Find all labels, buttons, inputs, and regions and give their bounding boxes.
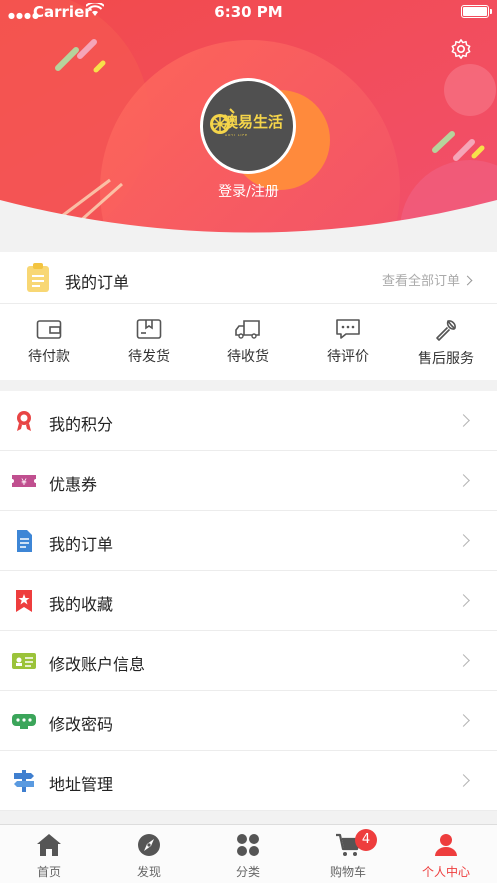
- discover-icon: [138, 834, 160, 856]
- menu-item-coupons[interactable]: ¥ 优惠券: [0, 451, 497, 511]
- chevron-right-icon: [457, 534, 470, 547]
- settings-menu: 我的积分 ¥ 优惠券 我的订单 我的收藏 修改账户信息 修改密码 地址管理: [0, 391, 497, 811]
- tab-label: 购物车: [329, 865, 366, 879]
- wallet-icon: [36, 320, 62, 339]
- svg-text:¥: ¥: [21, 478, 27, 488]
- view-all-orders-link[interactable]: 查看全部订单: [381, 270, 473, 289]
- logo-text: 澳易生活: [223, 113, 284, 131]
- order-status-label: 待评价: [327, 349, 369, 365]
- tab-cart[interactable]: 购物车 4: [303, 829, 393, 880]
- tab-label: 发现: [136, 865, 161, 879]
- tab-profile[interactable]: 个人中心: [401, 833, 491, 880]
- package-icon: [136, 319, 162, 339]
- tab-label: 首页: [36, 865, 61, 879]
- avatar[interactable]: 澳易生活 AOYI LIFE: [200, 78, 296, 174]
- truck-icon: [235, 320, 260, 339]
- order-status-pending-payment[interactable]: 待付款: [4, 318, 94, 366]
- menu-item-label: 地址管理: [49, 775, 114, 794]
- menu-item-edit-account[interactable]: 修改账户信息: [0, 631, 497, 691]
- orders-card: 我的订单 查看全部订单 待付款 待发货 待收货 待评价 售后服务: [0, 252, 497, 380]
- menu-item-label: 我的订单: [49, 535, 114, 554]
- chevron-right-icon: [457, 474, 470, 487]
- login-register-link[interactable]: 登录/注册: [0, 181, 497, 201]
- chevron-right-icon: [462, 275, 473, 286]
- battery-icon: [461, 5, 492, 18]
- order-status-label: 待发货: [128, 349, 170, 365]
- menu-item-label: 我的积分: [49, 415, 114, 434]
- medal-icon: [17, 411, 31, 431]
- password-icon: [12, 714, 36, 729]
- profile-header: ●●●● Carrier 6:30 PM 澳易生活 AOYI LIFE 登录/注…: [0, 0, 497, 252]
- chevron-right-icon: [457, 654, 470, 667]
- chevron-right-icon: [457, 774, 470, 787]
- clock: 6:30 PM: [214, 3, 283, 21]
- view-all-label: 查看全部订单: [381, 274, 460, 289]
- document-icon: [17, 530, 32, 552]
- comment-icon: [336, 319, 360, 339]
- coupon-icon: ¥: [12, 475, 36, 488]
- tab-label: 个人中心: [421, 865, 470, 879]
- signpost-icon: [14, 770, 34, 792]
- order-status-label: 售后服务: [418, 351, 474, 367]
- tab-bar: 首页 发现 分类 购物车 4 个人中心: [0, 824, 497, 883]
- chevron-right-icon: [457, 594, 470, 607]
- menu-item-label: 修改密码: [49, 715, 114, 734]
- bookmark-star-icon: [16, 590, 32, 612]
- orders-title: 我的订单: [65, 273, 130, 292]
- category-icon: [237, 834, 259, 856]
- chevron-right-icon: [457, 414, 470, 427]
- tab-home[interactable]: 首页: [4, 833, 94, 880]
- menu-item-change-password[interactable]: 修改密码: [0, 691, 497, 751]
- order-status-pending-receipt[interactable]: 待收货: [203, 318, 293, 366]
- menu-item-favorites[interactable]: 我的收藏: [0, 571, 497, 631]
- order-status-pending-shipment[interactable]: 待发货: [104, 318, 194, 366]
- user-icon: [435, 834, 457, 856]
- menu-item-label: 我的收藏: [49, 595, 114, 614]
- order-status-label: 待付款: [28, 349, 70, 365]
- menu-item-address[interactable]: 地址管理: [0, 751, 497, 811]
- menu-item-my-orders[interactable]: 我的订单: [0, 511, 497, 571]
- id-card-icon: [12, 653, 36, 669]
- gear-icon[interactable]: [450, 38, 472, 60]
- menu-item-points[interactable]: 我的积分: [0, 391, 497, 451]
- order-status-pending-review[interactable]: 待评价: [303, 318, 393, 366]
- tab-category[interactable]: 分类: [203, 833, 293, 880]
- status-bar: ●●●● Carrier 6:30 PM: [0, 0, 497, 24]
- order-status-after-sales[interactable]: 售后服务: [401, 318, 491, 368]
- wrench-icon: [436, 320, 456, 341]
- clipboard-icon: [27, 263, 49, 292]
- home-icon: [37, 834, 61, 856]
- tab-discover[interactable]: 发现: [104, 833, 194, 880]
- order-status-label: 待收货: [227, 349, 269, 365]
- logo-subtext: AOYI LIFE: [225, 133, 249, 137]
- cart-count-badge: 4: [355, 829, 377, 851]
- orders-header[interactable]: 我的订单 查看全部订单: [0, 252, 497, 304]
- chevron-right-icon: [457, 714, 470, 727]
- tab-label: 分类: [235, 865, 260, 879]
- menu-item-label: 修改账户信息: [49, 655, 146, 674]
- menu-item-label: 优惠券: [49, 475, 98, 494]
